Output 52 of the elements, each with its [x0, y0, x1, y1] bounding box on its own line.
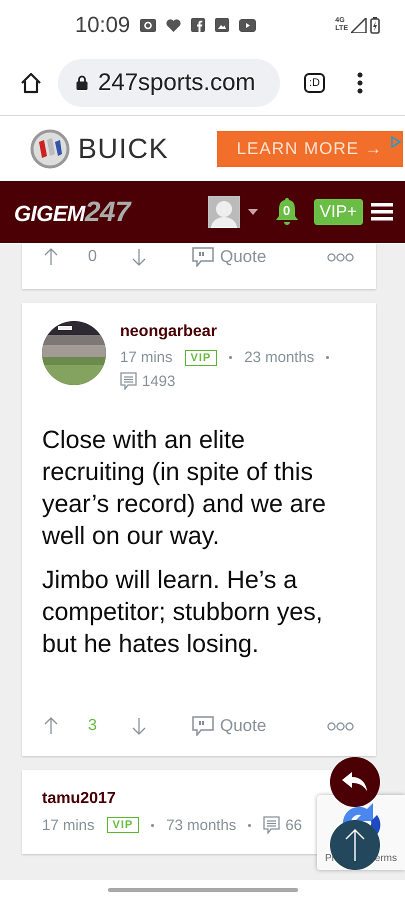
quote-button[interactable]: Quote	[192, 247, 266, 267]
reply-arrow-icon	[342, 772, 368, 792]
post-paragraph: Close with an elite recruiting (in spite of this year’s record) and we are well on our way.	[42, 425, 327, 552]
separator-dot	[229, 356, 232, 359]
separator-dot	[326, 356, 330, 359]
comment-icon	[263, 816, 280, 834]
home-icon[interactable]	[20, 72, 42, 94]
downvote-icon[interactable]	[132, 717, 146, 735]
vip-badge: VIP	[106, 817, 140, 833]
vote-score: 3	[88, 717, 98, 735]
heart-icon	[166, 18, 182, 32]
address-bar[interactable]: 247sports.com	[58, 58, 280, 106]
avatar-icon[interactable]	[208, 196, 240, 228]
lock-icon	[76, 75, 88, 90]
quote-button[interactable]: Quote	[192, 716, 266, 736]
author-name[interactable]: neongarbear	[120, 323, 356, 341]
facebook-icon	[191, 18, 206, 32]
arrow-up-icon	[345, 828, 365, 862]
signal-icon	[351, 18, 367, 32]
separator-dot	[248, 824, 252, 826]
more-options-icon[interactable]	[327, 252, 354, 262]
ad-brand: BUICK	[78, 132, 169, 164]
upvote-icon[interactable]	[44, 717, 58, 735]
menu-icon[interactable]	[371, 203, 393, 221]
status-time: 10:09	[75, 12, 130, 38]
quote-icon	[192, 716, 214, 736]
post-paragraph: Jimbo will learn. He’s a competitor; stubborn yes, but he hates losing.	[42, 565, 324, 660]
separator-dot	[151, 824, 154, 826]
post-time: 17 mins	[42, 816, 95, 834]
image-icon	[215, 18, 230, 32]
tab-switcher-button[interactable]: :D	[304, 72, 325, 92]
play-icon	[239, 18, 256, 32]
more-options-icon[interactable]	[327, 722, 354, 730]
comment-icon	[120, 372, 137, 390]
shield-logo-icon	[30, 128, 70, 168]
post-time: 17 mins	[120, 349, 173, 366]
menu-icon[interactable]	[357, 72, 363, 94]
reply-button[interactable]	[330, 757, 380, 807]
member-tenure: 23 months	[244, 349, 314, 366]
vip-badge: VIP	[184, 350, 218, 366]
author-name[interactable]: tamu2017	[42, 790, 302, 808]
downvote-icon[interactable]	[132, 248, 146, 266]
caret-icon[interactable]	[248, 209, 258, 215]
upvote-icon[interactable]	[44, 248, 58, 266]
camera-icon	[140, 18, 156, 32]
comment-count: 1493	[142, 372, 176, 390]
member-tenure: 73 months	[166, 816, 236, 834]
quote-icon	[192, 247, 214, 267]
vote-score: 0	[88, 248, 98, 266]
battery-icon	[370, 16, 380, 34]
site-logo[interactable]: GIGEM247	[14, 196, 130, 228]
comment-count: 66	[285, 816, 302, 834]
